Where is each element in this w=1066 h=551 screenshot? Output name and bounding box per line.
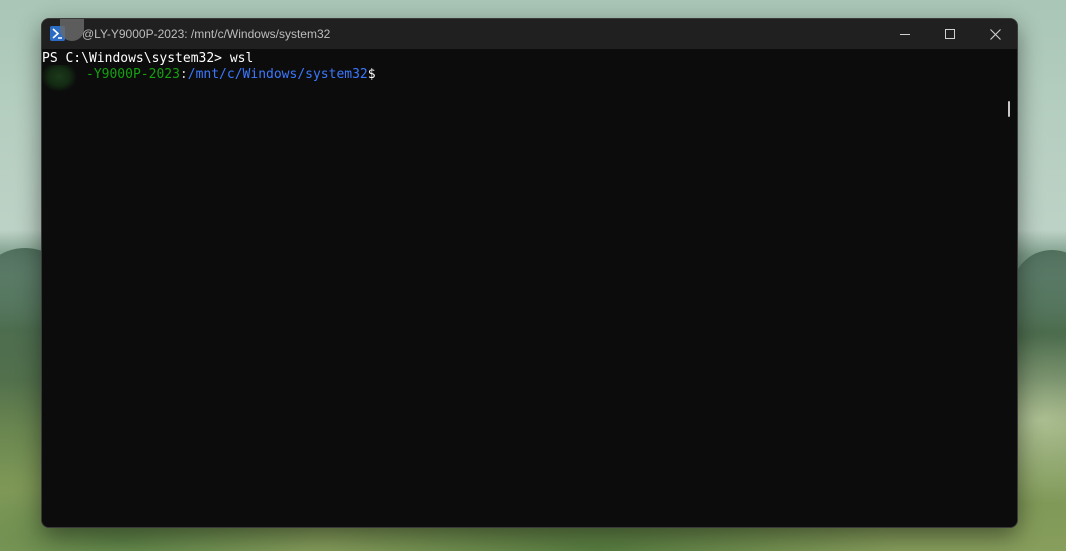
maximize-button[interactable] bbox=[927, 19, 973, 49]
terminal-output[interactable]: PS C:\Windows\system32> wsl -Y9000P-2023… bbox=[42, 49, 1004, 527]
window-title: @LY-Y9000P-2023: /mnt/c/Windows/system32 bbox=[82, 27, 331, 41]
avatar bbox=[60, 19, 84, 41]
wallpaper-ridge-right bbox=[1012, 250, 1066, 330]
close-icon bbox=[989, 28, 1001, 40]
prompt-path: /mnt/c/Windows/system32 bbox=[187, 67, 368, 82]
minimize-icon bbox=[900, 29, 910, 39]
scrollbar[interactable] bbox=[1002, 49, 1017, 527]
prompt-host: -Y9000P-2023 bbox=[86, 67, 180, 82]
close-button[interactable] bbox=[972, 19, 1017, 49]
title-bar[interactable]: @LY-Y9000P-2023: /mnt/c/Windows/system32 bbox=[42, 19, 1017, 49]
prompt-symbol: $ bbox=[367, 67, 376, 82]
prompt-colon: : bbox=[179, 67, 188, 82]
bash-prompt-line: -Y9000P-2023:/mnt/c/Windows/system32$ bbox=[42, 67, 1004, 83]
terminal-window[interactable]: @LY-Y9000P-2023: /mnt/c/Windows/system32… bbox=[41, 18, 1018, 528]
desktop-wallpaper: @LY-Y9000P-2023: /mnt/c/Windows/system32… bbox=[0, 0, 1066, 551]
minimize-button[interactable] bbox=[882, 19, 928, 49]
redacted-username bbox=[42, 65, 76, 91]
powershell-command-line: PS C:\Windows\system32> wsl bbox=[42, 51, 254, 66]
scrollbar-thumb[interactable] bbox=[1008, 101, 1010, 117]
maximize-icon bbox=[945, 29, 955, 39]
